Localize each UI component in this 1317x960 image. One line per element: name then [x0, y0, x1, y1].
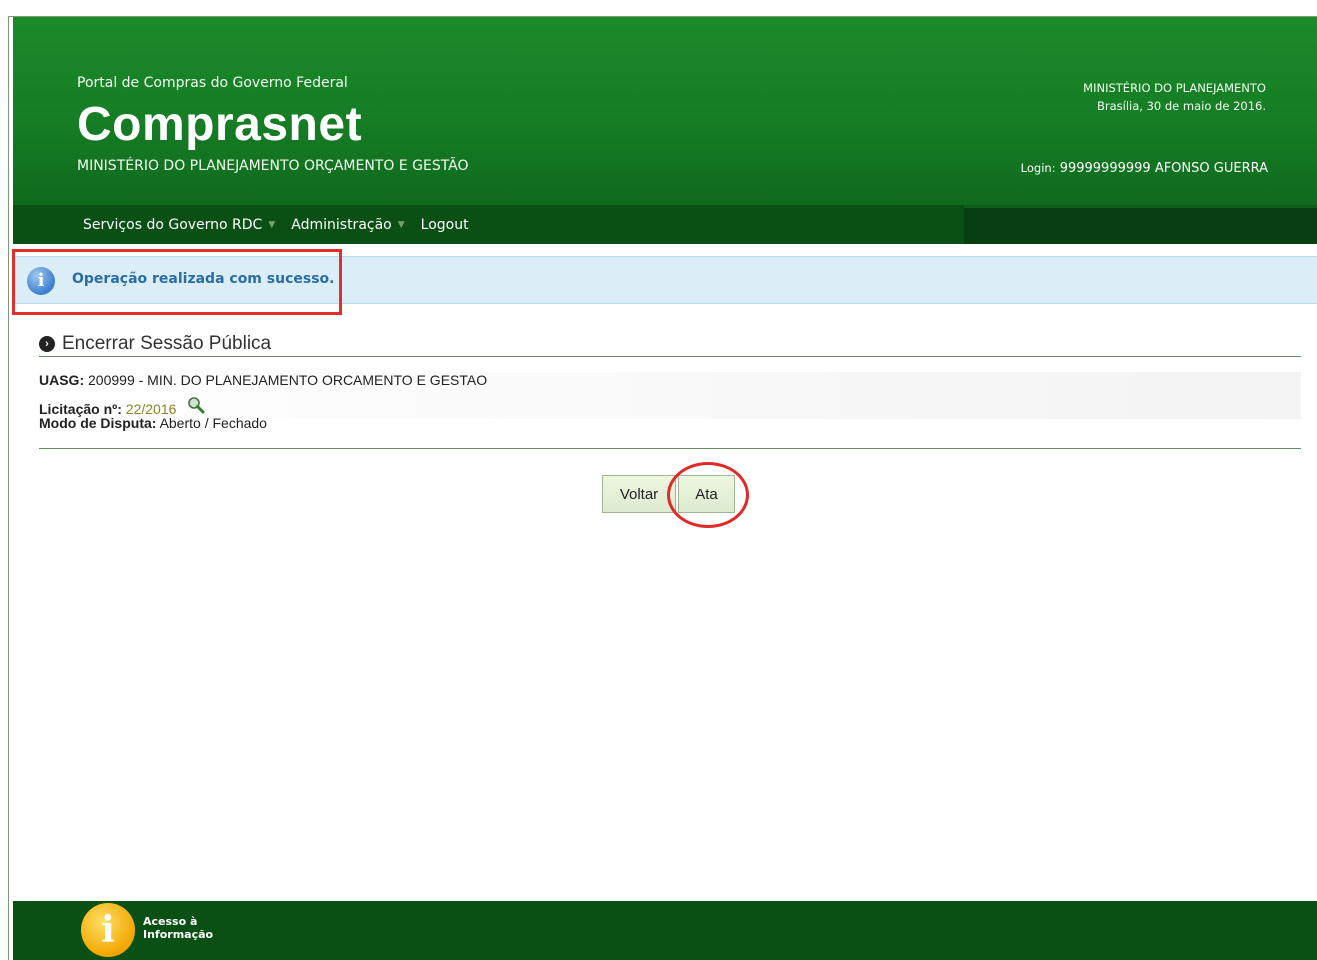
modo-row: Modo de Disputa: Aberto / Fechado — [39, 415, 267, 431]
uasg-row: UASG: 200999 - MIN. DO PLANEJAMENTO ORCA… — [39, 372, 487, 388]
site-footer: i Acesso à Informação — [13, 901, 1317, 960]
magnifier-icon[interactable] — [186, 396, 206, 416]
uasg-value: 200999 - MIN. DO PLANEJAMENTO ORCAMENTO … — [88, 372, 488, 388]
highlight-circle — [667, 462, 749, 528]
portal-label: Portal de Compras do Governo Federal — [77, 75, 348, 91]
nav-item-servicos[interactable]: Serviços do Governo RDC ▼ — [83, 217, 275, 233]
voltar-button[interactable]: Voltar — [602, 475, 676, 513]
access-line-1: Acesso à — [143, 915, 198, 928]
header-ministry: MINISTÉRIO DO PLANEJAMENTO — [1083, 81, 1266, 95]
login-user: 99999999999 AFONSO GUERRA — [1059, 161, 1268, 176]
header-date: Brasília, 30 de maio de 2016. — [1096, 99, 1266, 113]
nav-item-label: Serviços do Governo RDC — [83, 216, 263, 233]
uasg-label: UASG: — [39, 372, 85, 388]
login-label: Login: — [1020, 161, 1056, 175]
nav-item-label: Logout — [420, 216, 469, 233]
caret-down-icon: ▼ — [397, 219, 405, 230]
modo-label: Modo de Disputa: — [39, 415, 157, 431]
nav-item-administracao[interactable]: Administração ▼ — [291, 217, 404, 233]
nav-item-label: Administração — [291, 216, 392, 233]
access-info-link[interactable]: Acesso à Informação — [143, 915, 213, 941]
info-icon[interactable]: i — [81, 903, 135, 957]
divider — [39, 356, 1301, 357]
modo-value: Aberto / Fechado — [159, 415, 267, 431]
session-details: UASG: 200999 - MIN. DO PLANEJAMENTO ORCA… — [39, 372, 1301, 431]
nav-item-logout[interactable]: Logout — [421, 217, 469, 233]
nav-right-panel — [964, 205, 1317, 244]
highlight-box — [12, 249, 342, 315]
arrow-right-circle-icon: › — [39, 336, 55, 352]
licitacao-row: Licitação nº: 22/2016 — [39, 394, 206, 417]
ministry-name: MINISTÉRIO DO PLANEJAMENTO ORÇAMENTO E G… — [77, 158, 469, 174]
divider — [39, 448, 1301, 449]
page-title-text: Encerrar Sessão Pública — [62, 333, 272, 354]
access-line-2: Informação — [143, 928, 214, 941]
page-title: › Encerrar Sessão Pública — [39, 333, 271, 355]
header-info: MINISTÉRIO DO PLANEJAMENTO Brasília, 30 … — [1083, 79, 1266, 115]
caret-down-icon: ▼ — [268, 219, 276, 230]
page-frame: Portal de Compras do Governo Federal Com… — [8, 16, 1317, 960]
login-info: Login: 99999999999 AFONSO GUERRA — [1021, 161, 1268, 176]
site-header: Portal de Compras do Governo Federal Com… — [13, 17, 1317, 205]
site-logo[interactable]: Comprasnet — [77, 97, 362, 152]
